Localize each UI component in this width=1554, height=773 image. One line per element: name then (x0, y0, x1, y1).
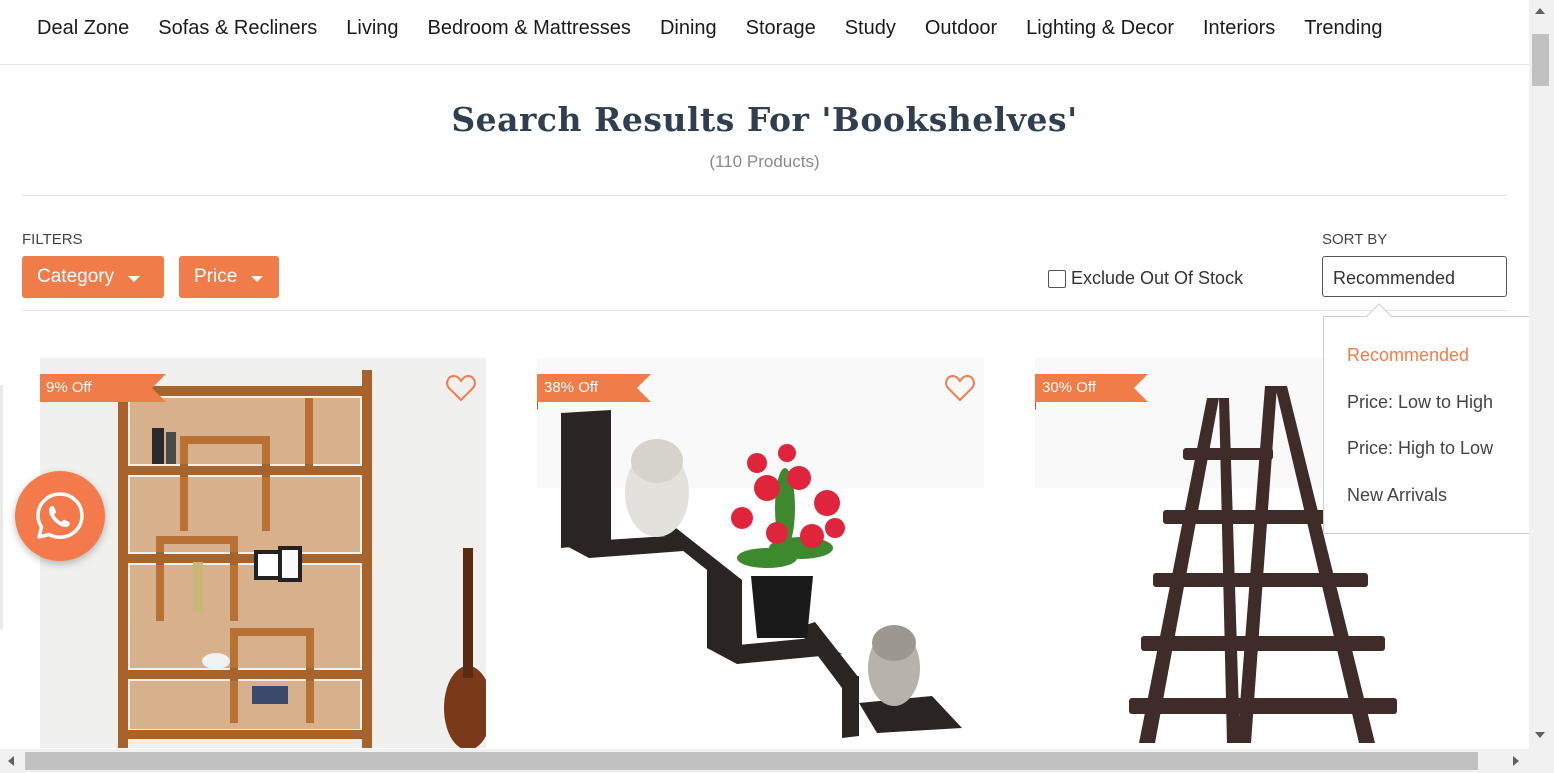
whatsapp-icon (36, 492, 84, 540)
discount-badge: 9% Off (40, 374, 166, 402)
price-filter-label: Price (194, 266, 238, 287)
vertical-scroll-thumb[interactable] (1532, 34, 1549, 86)
horizontal-scrollbar[interactable] (0, 749, 1554, 773)
sort-option-recommended[interactable]: Recommended (1347, 345, 1493, 392)
horizontal-scroll-thumb[interactable] (25, 752, 1478, 770)
nav-item-outdoor[interactable]: Outdoor (925, 17, 997, 40)
nav-item-lighting-decor[interactable]: Lighting & Decor (1026, 17, 1174, 40)
nav-item-interiors[interactable]: Interiors (1203, 17, 1275, 40)
nav-item-dining[interactable]: Dining (660, 17, 717, 40)
category-filter-label: Category (37, 266, 115, 287)
heart-icon[interactable] (446, 374, 476, 402)
scroll-left-arrow-icon[interactable] (8, 756, 14, 766)
discount-text: 9% Off (46, 379, 92, 396)
scroll-down-arrow-icon[interactable] (1535, 732, 1545, 738)
dropdown-pointer (1366, 303, 1392, 329)
discount-text: 38% Off (544, 379, 598, 396)
nav-item-storage[interactable]: Storage (746, 17, 816, 40)
sort-option-price-high-low[interactable]: Price: High to Low (1347, 438, 1493, 485)
caret-down-icon (128, 275, 141, 282)
sort-option-new-arrivals[interactable]: New Arrivals (1347, 485, 1493, 532)
exclude-out-of-stock-checkbox[interactable] (1048, 269, 1066, 288)
vertical-scrollbar[interactable] (1529, 0, 1554, 749)
scroll-up-arrow-icon[interactable] (1535, 8, 1545, 14)
side-tab (0, 385, 3, 630)
product-card[interactable]: 9% Off (40, 358, 486, 748)
heart-icon[interactable] (945, 374, 975, 402)
discount-badge: 38% Off (537, 374, 651, 410)
exclude-out-of-stock-label: Exclude Out Of Stock (1071, 268, 1244, 288)
scroll-right-arrow-icon[interactable] (1513, 756, 1519, 766)
page-title: Search Results For 'Bookshelves' (451, 100, 1078, 139)
nav-item-sofas-recliners[interactable]: Sofas & Recliners (158, 17, 317, 40)
category-filter-button[interactable]: Category (22, 256, 164, 298)
nav-item-study[interactable]: Study (845, 17, 896, 40)
discount-badge: 30% Off (1035, 374, 1148, 410)
exclude-out-of-stock-toggle[interactable]: Exclude Out Of Stock (1048, 268, 1243, 289)
sort-by-label: SORT BY (1322, 231, 1388, 248)
sort-by-select[interactable]: Recommended (1322, 256, 1507, 297)
discount-text: 30% Off (1042, 379, 1096, 396)
divider (22, 195, 1507, 196)
filters-label: FILTERS (22, 231, 83, 248)
wooden-bookshelf-image (40, 358, 486, 748)
whatsapp-chat-button[interactable] (15, 471, 105, 561)
zigzag-wall-shelf-image (537, 358, 984, 748)
price-filter-button[interactable]: Price (179, 256, 279, 298)
nav-item-trending[interactable]: Trending (1304, 17, 1382, 40)
caret-down-icon (251, 275, 264, 282)
nav-item-living[interactable]: Living (346, 17, 398, 40)
nav-item-deal-zone[interactable]: Deal Zone (37, 17, 129, 40)
top-navigation: Deal Zone Sofas & Recliners Living Bedro… (0, 0, 1529, 65)
nav-item-bedroom-mattresses[interactable]: Bedroom & Mattresses (428, 17, 631, 40)
sort-by-dropdown: Recommended Price: Low to High Price: Hi… (1323, 303, 1529, 534)
divider (22, 310, 1507, 311)
sort-option-price-low-high[interactable]: Price: Low to High (1347, 392, 1493, 439)
product-count: (110 Products) (709, 152, 820, 171)
product-card[interactable]: 38% Off (537, 358, 984, 748)
